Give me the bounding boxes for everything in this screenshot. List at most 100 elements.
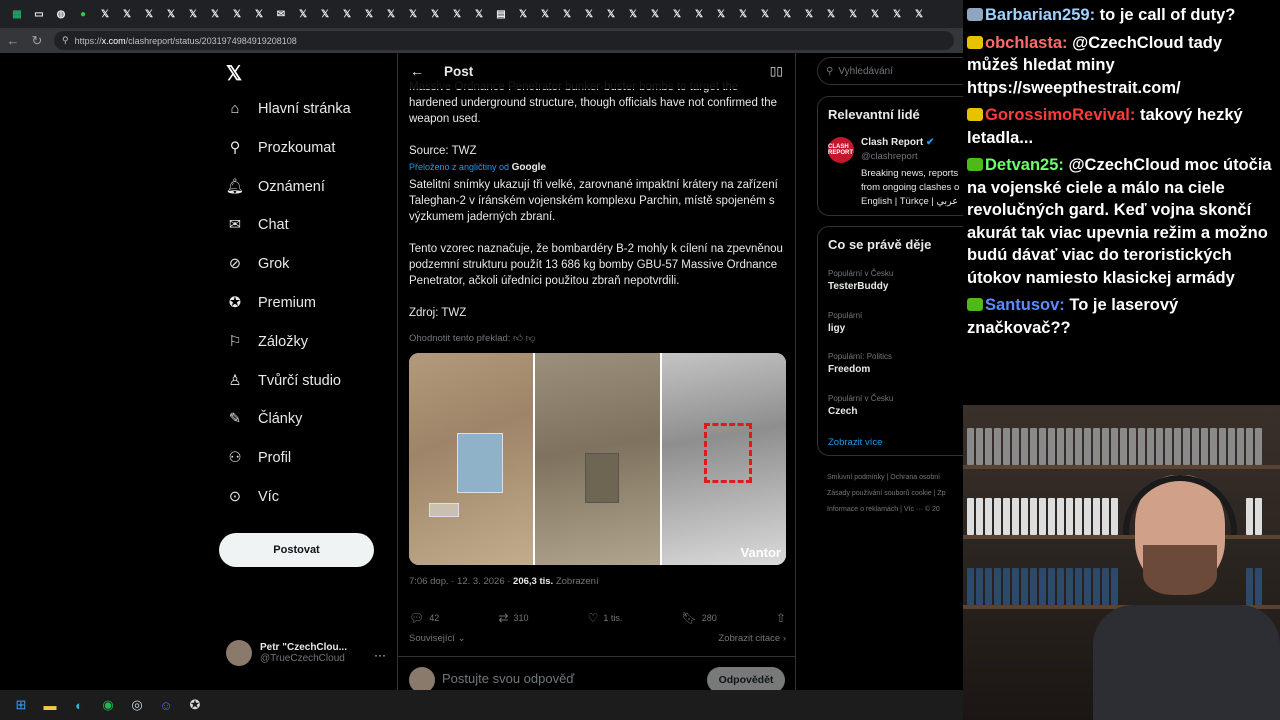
browser-tab[interactable]: 𝕏 <box>600 4 622 24</box>
nav-item-search[interactable]: ⚲ Prozkoumat <box>226 139 336 157</box>
trend-item[interactable]: Populární ligy <box>828 311 963 334</box>
nav-item-person[interactable]: ⚇ Profil <box>226 449 292 467</box>
browser-tab[interactable]: 𝕏 <box>182 4 204 24</box>
nav-item-article[interactable]: ✎ Články <box>226 410 302 428</box>
browser-tab[interactable]: ◍ <box>50 4 72 24</box>
trend-item[interactable]: Populární: Politics Freedom <box>828 352 963 375</box>
browser-tab[interactable]: 𝕏 <box>798 4 820 24</box>
browser-tab[interactable]: 𝕏 <box>116 4 138 24</box>
browser-tab[interactable]: 𝕏 <box>314 4 336 24</box>
book <box>1138 428 1145 465</box>
browser-tab[interactable]: 𝕏 <box>776 4 798 24</box>
translation-notice[interactable]: Přeloženo z angličtiny od Google <box>409 162 546 173</box>
reply-button[interactable]: Odpovědět <box>707 667 785 690</box>
more-options-icon[interactable]: ··· <box>374 648 386 662</box>
nav-item-bell[interactable]: 🔔︎ Oznámení <box>226 178 325 196</box>
browser-tab[interactable]: 𝕏 <box>336 4 358 24</box>
browser-tab[interactable]: 𝕏 <box>622 4 644 24</box>
discord-icon[interactable]: ☺ <box>157 696 175 714</box>
folder-icon[interactable]: ▬ <box>41 696 59 714</box>
browser-tab[interactable]: 𝕏 <box>578 4 600 24</box>
browser-tab[interactable]: 𝕏 <box>380 4 402 24</box>
chat-username: obchlasta <box>985 33 1063 52</box>
browser-tab[interactable]: 𝕏 <box>710 4 732 24</box>
browser-tab[interactable]: ▦ <box>6 4 28 24</box>
person-name[interactable]: Clash Report ✔ <box>861 137 934 148</box>
browser-tab[interactable]: 𝕏 <box>556 4 578 24</box>
browser-tab[interactable]: 𝕏 <box>732 4 754 24</box>
browser-tab[interactable]: 𝕏 <box>688 4 710 24</box>
browser-tab[interactable]: 𝕏 <box>226 4 248 24</box>
browser-tab[interactable]: 𝕏 <box>468 4 490 24</box>
x-logo-icon[interactable]: 𝕏 <box>226 61 242 86</box>
reply-action[interactable]: 💬︎ 42 <box>409 611 439 625</box>
browser-tab[interactable]: 𝕏 <box>358 4 380 24</box>
browser-tab[interactable]: 𝕏 <box>138 4 160 24</box>
chat-message: Detvan25: @CzechCloud moc útočia na voje… <box>967 156 1272 287</box>
browser-tab[interactable]: 𝕏 <box>842 4 864 24</box>
app-icon[interactable]: ✪ <box>186 696 204 714</box>
x-icon: 𝕏 <box>892 8 902 20</box>
thumbs-down-icon[interactable]: 👎︎ <box>526 333 536 344</box>
home-icon: ⌂ <box>230 101 240 117</box>
browser-tab[interactable]: 𝕏 <box>248 4 270 24</box>
browser-tab[interactable]: 𝕏 <box>644 4 666 24</box>
nav-item-mail[interactable]: ✉ Chat <box>226 216 289 234</box>
quotes-link[interactable]: Zobrazit citace › <box>718 633 786 644</box>
bookmark-action[interactable]: 🔖︎ 280 <box>682 611 717 625</box>
browser-tab[interactable]: 𝕏 <box>820 4 842 24</box>
browser-tab[interactable]: 𝕏 <box>424 4 446 24</box>
browser-tab[interactable]: 𝕏 <box>886 4 908 24</box>
browser-tab[interactable]: 𝕏 <box>534 4 556 24</box>
trend-item[interactable]: Populární v Česku Czech <box>828 394 963 417</box>
post-image[interactable]: Vantor <box>409 353 786 565</box>
back-icon[interactable]: ← <box>6 33 20 48</box>
like-action[interactable]: ♡ 1 tis. <box>588 611 623 625</box>
browser-tab[interactable]: 𝕏 <box>864 4 886 24</box>
repost-action[interactable]: ⇄ 310 <box>498 611 528 625</box>
reload-icon[interactable]: ↻ <box>30 33 44 49</box>
browser-tab[interactable]: 𝕏 <box>908 4 930 24</box>
url-field[interactable]: ⚲ https://x.com/clashreport/status/20319… <box>54 31 954 50</box>
nav-item-studio[interactable]: ♙ Tvůrčí studio <box>226 372 342 390</box>
account-switcher[interactable]: Petr "CzechClou... @TrueCzechCloud ··· <box>226 640 396 666</box>
browser-tab[interactable]: 𝕏 <box>402 4 424 24</box>
steam-icon[interactable]: ◎ <box>128 696 146 714</box>
windows-icon[interactable]: ⊞ <box>12 696 30 714</box>
site-info-icon[interactable]: ⚲ <box>62 35 69 46</box>
nav-item-more[interactable]: ⊙ Víc <box>226 488 279 506</box>
browser-tab[interactable]: 𝕏 <box>754 4 776 24</box>
browser-tab[interactable]: ▤ <box>490 4 512 24</box>
browser-tab[interactable]: ▭ <box>28 4 50 24</box>
nav-item-verified[interactable]: ✪ Premium <box>226 294 316 312</box>
browser-tab[interactable]: 𝕏 <box>204 4 226 24</box>
edge-icon[interactable]: ◐ <box>70 696 88 714</box>
browser-tab[interactable]: 𝕏 <box>446 4 468 24</box>
post-button[interactable]: Postovat <box>219 533 374 567</box>
search-input[interactable]: ⚲ Vyhledávání <box>817 57 963 85</box>
browser-tab[interactable]: 𝕏 <box>666 4 688 24</box>
footer-links[interactable]: Zásady používání souborů cookie | Zp <box>827 490 946 497</box>
trend-item[interactable]: Populární v Česku TesterBuddy <box>828 269 963 292</box>
browser-tab[interactable]: ✉ <box>270 4 292 24</box>
reader-mode-icon[interactable]: ▯▯ <box>770 64 783 78</box>
spotify-icon[interactable]: ◉ <box>99 696 117 714</box>
browser-tab[interactable]: ● <box>72 4 94 24</box>
browser-tab[interactable]: 𝕏 <box>292 4 314 24</box>
clash-report-avatar[interactable]: CLASH REPORT <box>828 137 854 163</box>
reply-input[interactable]: Postujte svou odpověď <box>442 671 574 686</box>
browser-tab[interactable]: 𝕏 <box>94 4 116 24</box>
nav-item-bookmark[interactable]: ⚐ Záložky <box>226 333 308 351</box>
browser-tab[interactable]: 𝕏 <box>160 4 182 24</box>
share-action[interactable]: ⇧ <box>776 611 786 625</box>
trend-name: TesterBuddy <box>828 281 889 292</box>
related-link[interactable]: Související ⌄ <box>409 633 466 644</box>
nav-item-home[interactable]: ⌂ Hlavní stránka <box>226 100 351 118</box>
footer-links[interactable]: Informace o reklamách | Víc ··· © 20 <box>827 506 940 513</box>
thumbs-up-icon[interactable]: 👍︎ <box>513 333 523 344</box>
back-arrow-icon[interactable]: ← <box>410 63 424 79</box>
browser-tab[interactable]: 𝕏 <box>512 4 534 24</box>
show-more-link[interactable]: Zobrazit více <box>828 437 882 448</box>
nav-item-grok[interactable]: ⊘ Grok <box>226 255 290 273</box>
footer-links[interactable]: Smluvní podmínky | Ochrana osobní <box>827 474 940 481</box>
